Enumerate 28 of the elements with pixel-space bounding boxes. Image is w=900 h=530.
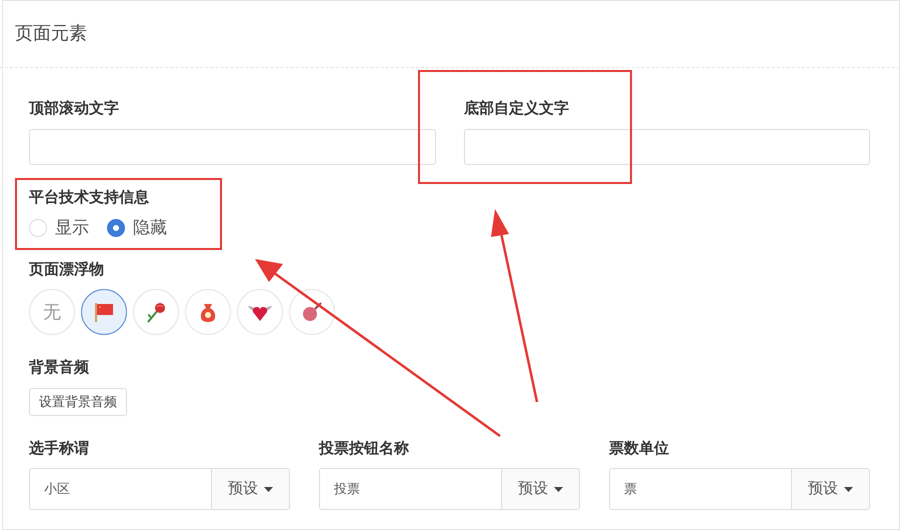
radio-label: 隐藏	[133, 217, 167, 239]
radio-label: 显示	[55, 217, 89, 239]
set-audio-button[interactable]: 设置背景音频	[29, 388, 127, 416]
input-field[interactable]: 投票	[319, 468, 502, 510]
radio-button[interactable]	[29, 218, 47, 237]
floater-option[interactable]	[81, 289, 127, 335]
field-label: 投票按钮名称	[319, 438, 410, 458]
preset-dropdown[interactable]: 预设	[792, 468, 870, 510]
panel-title: 页面元素	[15, 22, 87, 45]
balloon-icon	[300, 300, 324, 324]
field-label: 背景音频	[29, 358, 90, 378]
input-field[interactable]: 票	[609, 468, 792, 510]
caret-icon	[264, 486, 273, 492]
caret-icon	[554, 486, 563, 492]
caret-icon	[844, 486, 853, 492]
field-label: 票数单位	[609, 438, 670, 458]
preset-dropdown[interactable]: 预设	[212, 468, 290, 510]
field-label: 平台技术支持信息	[29, 188, 150, 208]
flag-icon	[92, 300, 116, 324]
input-field[interactable]: 小区	[29, 468, 212, 510]
field-label: 选手称谓	[29, 438, 90, 458]
radio-button[interactable]	[107, 218, 125, 237]
input-field[interactable]	[29, 128, 436, 164]
preset-dropdown[interactable]: 预设	[502, 468, 580, 510]
field-label: 顶部滚动文字	[29, 99, 120, 119]
field-label: 底部自定义文字	[464, 99, 570, 119]
field-label: 页面漂浮物	[29, 260, 105, 280]
input-field[interactable]	[464, 128, 870, 164]
